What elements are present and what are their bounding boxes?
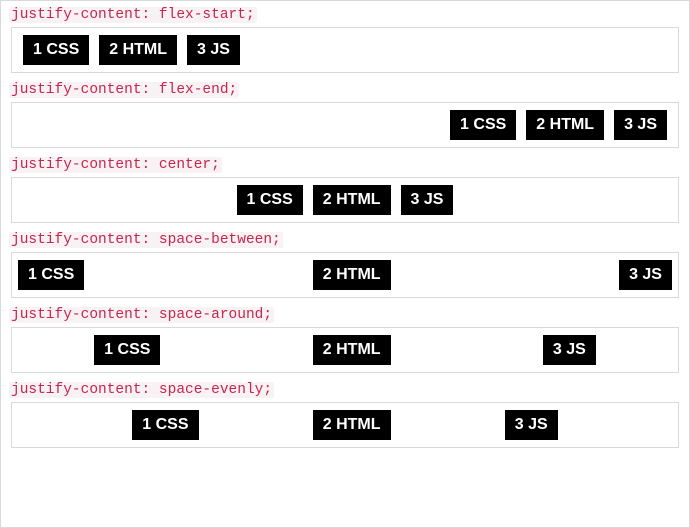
code-label: justify-content: space-between; [9,232,283,248]
flex-item: 1 CSS [132,410,198,440]
code-label: justify-content: flex-start; [9,7,257,23]
flex-item: 3 JS [619,260,672,290]
demo-row-flex-end: 1 CSS 2 HTML 3 JS [11,102,679,148]
flex-item: 3 JS [187,35,240,65]
demo-row-space-evenly: 1 CSS 2 HTML 3 JS [11,402,679,448]
flex-item: 1 CSS [94,335,160,365]
flex-item: 2 HTML [313,410,391,440]
flex-item: 3 JS [401,185,454,215]
flex-item: 2 HTML [526,110,604,140]
demo-row-space-around: 1 CSS 2 HTML 3 JS [11,327,679,373]
flex-item: 1 CSS [23,35,89,65]
flex-item: 2 HTML [313,260,391,290]
flex-item: 2 HTML [313,185,391,215]
flex-item: 3 JS [543,335,596,365]
demo-row-flex-start: 1 CSS 2 HTML 3 JS [11,27,679,73]
flex-item: 3 JS [505,410,558,440]
demo-row-center: 1 CSS 2 HTML 3 JS [11,177,679,223]
code-label: justify-content: flex-end; [9,82,239,98]
code-label: justify-content: space-around; [9,307,274,323]
flex-item: 1 CSS [450,110,516,140]
flex-item: 2 HTML [313,335,391,365]
code-label: justify-content: space-evenly; [9,382,274,398]
code-label: justify-content: center; [9,157,222,173]
demo-row-space-between: 1 CSS 2 HTML 3 JS [11,252,679,298]
flex-item: 3 JS [614,110,667,140]
demo-container: justify-content: flex-start; 1 CSS 2 HTM… [0,0,690,528]
flex-item: 1 CSS [18,260,84,290]
flex-item: 2 HTML [99,35,177,65]
flex-item: 1 CSS [237,185,303,215]
